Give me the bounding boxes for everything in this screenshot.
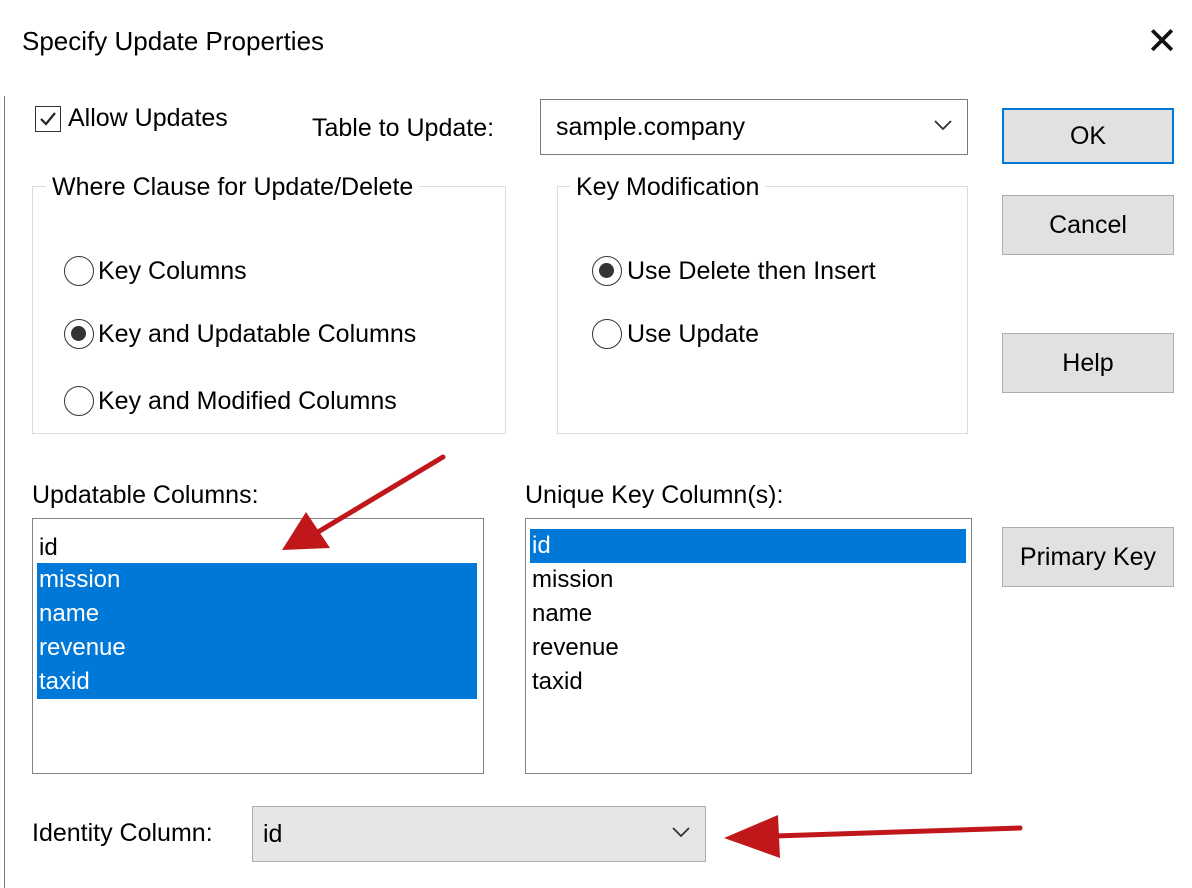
annotation-arrow-identity bbox=[724, 815, 1023, 858]
annotation-arrows bbox=[282, 454, 1023, 858]
annotation-arrow-updatable bbox=[282, 454, 446, 550]
